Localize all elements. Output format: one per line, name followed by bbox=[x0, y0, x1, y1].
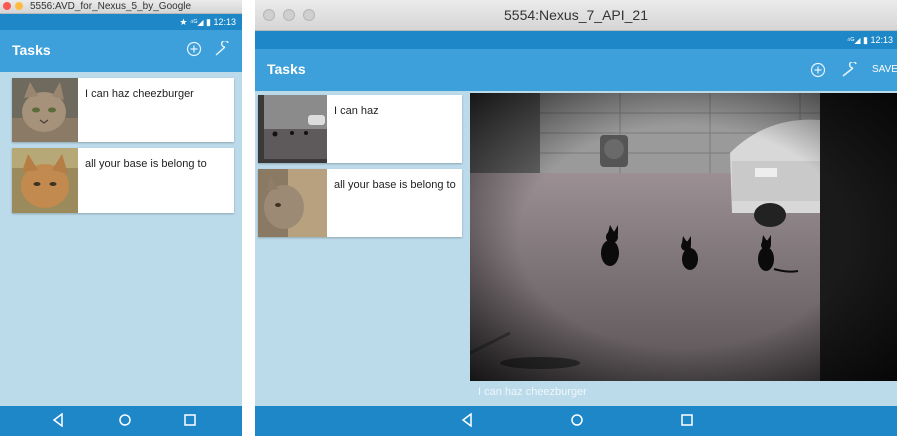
android-nav-bar bbox=[0, 406, 242, 436]
task-thumbnail-cats-parking-photo bbox=[258, 95, 327, 163]
emulator-window-nexus-7: 5554:Nexus_7_API_21 ⁴ᴳ◢ ▮ 12:13 Tasks SA… bbox=[255, 0, 897, 436]
window-titlebar[interactable]: 5554:Nexus_7_API_21 bbox=[255, 0, 897, 31]
back-triangle-icon bbox=[461, 412, 472, 428]
status-time: 12:13 bbox=[870, 35, 893, 45]
task-text: all your base is belong to bbox=[334, 179, 456, 191]
task-thumbnail-cat-photo bbox=[12, 148, 78, 213]
window-title: 5554:Nexus_7_API_21 bbox=[504, 7, 648, 23]
battery-icon: ▮ bbox=[863, 35, 868, 45]
settings-button[interactable] bbox=[214, 39, 232, 62]
wrench-icon bbox=[842, 60, 857, 77]
task-text: I can haz cheezburger bbox=[85, 88, 194, 100]
home-button[interactable] bbox=[118, 413, 132, 432]
back-triangle-icon bbox=[52, 412, 63, 428]
signal-icon: ⁴ᴳ◢ bbox=[846, 36, 861, 45]
window-titlebar[interactable]: 5556:AVD_for_Nexus_5_by_Google bbox=[0, 0, 242, 14]
task-list: I can haz cheezburger all your base is b… bbox=[0, 72, 242, 406]
task-item[interactable]: all your base is belong to bbox=[12, 148, 234, 213]
add-circle-icon bbox=[186, 41, 202, 57]
recents-button[interactable] bbox=[183, 413, 197, 432]
home-circle-icon bbox=[119, 414, 131, 426]
close-window-button[interactable] bbox=[3, 2, 11, 10]
back-button[interactable] bbox=[52, 412, 64, 432]
task-item[interactable]: all your base is belong to bbox=[258, 169, 462, 237]
android-status-bar: ⁴ᴳ◢ ▮ 12:13 bbox=[255, 31, 897, 49]
wrench-icon bbox=[215, 39, 229, 56]
task-thumbnail-cat-photo bbox=[12, 78, 78, 142]
emulator-window-nexus-5: 5556:AVD_for_Nexus_5_by_Google ★ ⁴ᴳ◢ ▮ 1… bbox=[0, 0, 242, 436]
app-bar: Tasks SAVE bbox=[255, 49, 897, 91]
app-title: Tasks bbox=[12, 42, 51, 58]
task-text: I can haz bbox=[334, 105, 379, 117]
home-circle-icon bbox=[571, 414, 583, 426]
star-icon: ★ bbox=[179, 17, 188, 27]
recents-square-icon bbox=[681, 414, 693, 426]
battery-icon: ▮ bbox=[206, 17, 211, 27]
window-title: 5556:AVD_for_Nexus_5_by_Google bbox=[30, 1, 192, 12]
signal-icon: ⁴ᴳ◢ bbox=[189, 18, 204, 27]
status-time: 12:13 bbox=[213, 17, 236, 27]
task-item[interactable]: I can haz bbox=[258, 95, 462, 163]
android-nav-bar bbox=[255, 406, 897, 436]
task-detail-image-cats-parking bbox=[470, 93, 897, 381]
add-task-button[interactable] bbox=[186, 41, 202, 62]
recents-button[interactable] bbox=[680, 413, 694, 432]
add-circle-icon bbox=[810, 62, 826, 78]
detail-caption: I can haz cheezburger bbox=[478, 386, 587, 398]
task-text: all your base is belong to bbox=[85, 158, 207, 170]
back-button[interactable] bbox=[461, 412, 473, 432]
home-button[interactable] bbox=[570, 413, 584, 432]
settings-button[interactable] bbox=[841, 60, 861, 83]
add-task-button[interactable] bbox=[810, 62, 826, 83]
recents-square-icon bbox=[184, 414, 196, 426]
task-list: I can haz all your base is belong to I c… bbox=[255, 91, 897, 406]
android-status-bar: ★ ⁴ᴳ◢ ▮ 12:13 bbox=[0, 14, 242, 30]
save-button[interactable]: SAVE bbox=[872, 64, 897, 75]
app-bar: Tasks bbox=[0, 30, 242, 72]
task-item[interactable]: I can haz cheezburger bbox=[12, 78, 234, 142]
app-title: Tasks bbox=[267, 61, 306, 77]
task-thumbnail-cat-photo bbox=[258, 169, 327, 237]
minimize-window-button[interactable] bbox=[15, 2, 23, 10]
